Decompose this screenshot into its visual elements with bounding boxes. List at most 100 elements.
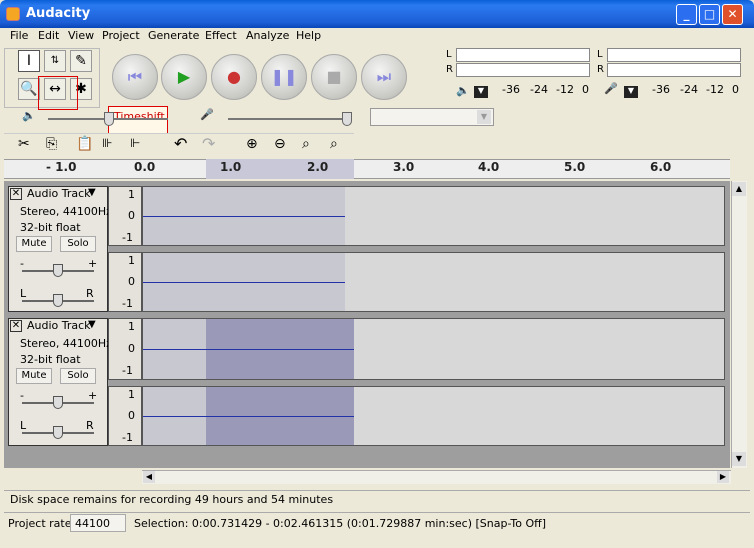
waveform-line bbox=[143, 416, 354, 417]
ruler-label: 4.0 bbox=[478, 160, 500, 174]
disk-space-text: Disk space remains for recording 49 hour… bbox=[10, 493, 334, 506]
input-volume-slider[interactable] bbox=[228, 118, 348, 120]
track-close-button[interactable]: ✕ bbox=[10, 188, 22, 200]
zoom-tool-icon[interactable]: 🔍 bbox=[18, 78, 40, 100]
input-volume-thumb[interactable] bbox=[342, 112, 352, 126]
scale-bot: -1 bbox=[122, 297, 133, 310]
pause-button[interactable]: ❚❚ bbox=[261, 54, 307, 100]
audacity-logo-icon bbox=[6, 7, 20, 21]
stop-button[interactable]: ■ bbox=[311, 54, 357, 100]
minimize-button[interactable]: _ bbox=[676, 4, 697, 25]
pan-right-label: R bbox=[86, 419, 94, 432]
in-tick-12: -12 bbox=[706, 83, 724, 96]
paste-icon[interactable]: 📋 bbox=[76, 136, 93, 152]
close-button[interactable]: ✕ bbox=[722, 4, 743, 25]
menu-generate[interactable]: Generate bbox=[148, 29, 199, 42]
fit-selection-icon[interactable]: ⌕ bbox=[302, 136, 310, 152]
vertical-scrollbar[interactable] bbox=[731, 181, 747, 468]
scale-bot: -1 bbox=[122, 231, 133, 244]
window-title: Audacity bbox=[26, 6, 91, 21]
maximize-button[interactable]: □ bbox=[699, 4, 720, 25]
menu-effect[interactable]: Effect bbox=[205, 29, 237, 42]
meter-in-l: L bbox=[597, 49, 603, 60]
scroll-left-icon[interactable]: ◀ bbox=[143, 471, 155, 483]
fit-project-icon[interactable]: ⌕ bbox=[330, 136, 338, 152]
output-volume-thumb[interactable] bbox=[104, 112, 114, 126]
copy-icon[interactable]: ⎘ bbox=[46, 136, 57, 152]
envelope-tool-icon[interactable]: ⇅ bbox=[44, 50, 66, 72]
menu-edit[interactable]: Edit bbox=[38, 29, 59, 42]
gain-thumb[interactable] bbox=[53, 264, 63, 277]
track-name: Audio Track bbox=[27, 319, 91, 332]
selection-tool-icon[interactable]: I bbox=[18, 50, 40, 72]
menu-file[interactable]: File bbox=[10, 29, 28, 42]
waveform-line bbox=[143, 216, 345, 217]
pan-right-label: R bbox=[86, 287, 94, 300]
scale-mid: 0 bbox=[128, 409, 135, 422]
undo-icon[interactable]: ↶ bbox=[174, 134, 187, 153]
input-source-select[interactable] bbox=[370, 108, 494, 126]
trim-icon[interactable]: ⊪ bbox=[102, 136, 112, 150]
waveform-line bbox=[143, 282, 345, 283]
horizontal-scrollbar[interactable] bbox=[142, 470, 731, 484]
cut-icon[interactable]: ✂ bbox=[18, 136, 30, 152]
scale-mid: 0 bbox=[128, 342, 135, 355]
redo-icon[interactable]: ↷ bbox=[202, 134, 215, 153]
gain-thumb[interactable] bbox=[53, 396, 63, 409]
zoom-in-icon[interactable]: ⊕ bbox=[246, 136, 258, 152]
input-volume-icon: 🎤 bbox=[200, 108, 214, 121]
out-tick-0: 0 bbox=[582, 83, 589, 96]
microphone-icon: 🎤 bbox=[604, 82, 618, 95]
timeline-ruler[interactable] bbox=[4, 159, 730, 179]
project-rate-field[interactable]: 44100 bbox=[70, 514, 126, 532]
gain-minus-label: - bbox=[20, 389, 24, 402]
in-tick-0: 0 bbox=[732, 83, 739, 96]
solo-button[interactable]: Solo bbox=[60, 236, 96, 252]
scale-top: 1 bbox=[128, 254, 135, 267]
track-bitdepth: 32-bit float bbox=[20, 221, 81, 234]
play-button[interactable]: ▶ bbox=[161, 54, 207, 100]
scroll-down-icon[interactable]: ▼ bbox=[732, 452, 746, 466]
track-close-button[interactable]: ✕ bbox=[10, 320, 22, 332]
input-meter-right bbox=[607, 63, 741, 77]
scale-top: 1 bbox=[128, 320, 135, 333]
menu-project[interactable]: Project bbox=[102, 29, 140, 42]
record-button[interactable]: ● bbox=[211, 54, 257, 100]
pan-thumb[interactable] bbox=[53, 294, 63, 307]
scale-bot: -1 bbox=[122, 431, 133, 444]
output-meter-right bbox=[456, 63, 590, 77]
skip-start-button[interactable]: ⏮ bbox=[112, 54, 158, 100]
scale-bot: -1 bbox=[122, 364, 133, 377]
draw-tool-icon[interactable]: ✎ bbox=[70, 50, 92, 72]
mute-button[interactable]: Mute bbox=[16, 368, 52, 384]
selection-text: Selection: 0:00.731429 - 0:02.461315 (0:… bbox=[134, 517, 547, 530]
project-rate-label: Project rate: bbox=[8, 517, 76, 530]
ruler-label: 6.0 bbox=[650, 160, 672, 174]
pan-thumb[interactable] bbox=[53, 426, 63, 439]
speaker-icon: 🔈 bbox=[456, 84, 470, 97]
scroll-up-icon[interactable]: ▲ bbox=[732, 182, 746, 196]
scale-top: 1 bbox=[128, 388, 135, 401]
menu-analyze[interactable]: Analyze bbox=[246, 29, 289, 42]
track-menu-arrow-icon[interactable]: ▼ bbox=[88, 319, 96, 330]
mute-button[interactable]: Mute bbox=[16, 236, 52, 252]
zoom-out-icon[interactable]: ⊖ bbox=[274, 136, 286, 152]
menu-help[interactable]: Help bbox=[296, 29, 321, 42]
title-bar[interactable] bbox=[0, 0, 754, 28]
input-meter-menu-button[interactable]: ▼ bbox=[624, 86, 638, 98]
select-arrow-icon[interactable]: ▼ bbox=[477, 110, 491, 124]
ruler-label: 5.0 bbox=[564, 160, 586, 174]
in-tick-24: -24 bbox=[680, 83, 698, 96]
track-format: Stereo, 44100Hz bbox=[20, 337, 112, 350]
menu-view[interactable]: View bbox=[68, 29, 94, 42]
skip-end-button[interactable]: ⏭ bbox=[361, 54, 407, 100]
scroll-right-icon[interactable]: ▶ bbox=[717, 471, 729, 483]
track-format: Stereo, 44100Hz bbox=[20, 205, 112, 218]
output-meter-menu-button[interactable]: ▼ bbox=[474, 86, 488, 98]
highlight-box bbox=[38, 76, 78, 110]
track-menu-arrow-icon[interactable]: ▼ bbox=[88, 187, 96, 198]
silence-icon[interactable]: ⊩ bbox=[130, 136, 140, 150]
ruler-label: 2.0 bbox=[307, 160, 329, 174]
pan-left-label: L bbox=[20, 287, 27, 300]
solo-button[interactable]: Solo bbox=[60, 368, 96, 384]
